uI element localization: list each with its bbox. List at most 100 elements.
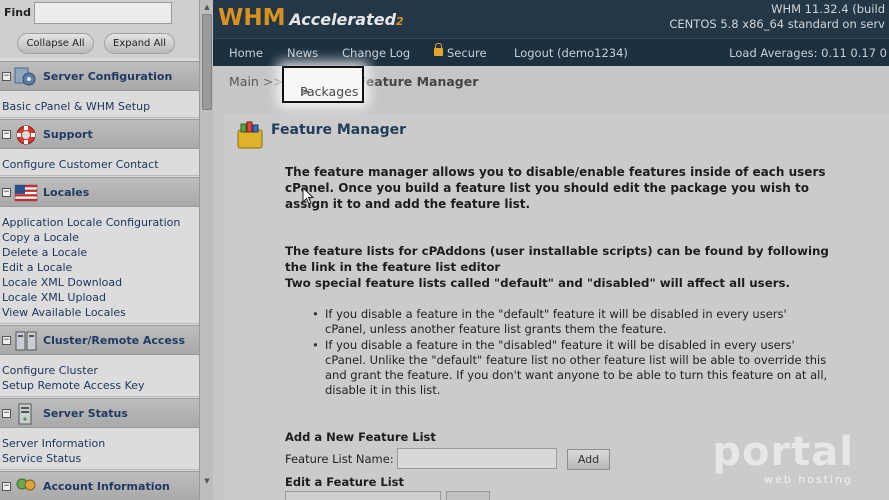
expand-collapse-row: Collapse All Expand All — [0, 30, 199, 58]
addons-line: Two special feature lists called "defaul… — [285, 276, 791, 290]
collapse-toggle-icon[interactable]: − — [2, 482, 11, 491]
logo-whm-text: WHM — [218, 5, 286, 31]
build-line-2: CENTOS 5.8 x86_64 standard on serv — [669, 17, 885, 31]
bullet-default-list: If you disable a feature in the "default… — [312, 307, 787, 337]
intro-paragraph: The feature manager allows you to disabl… — [285, 164, 826, 212]
find-row: Find — [0, 0, 199, 30]
nav-news[interactable]: News — [287, 46, 318, 60]
nav-secure[interactable]: Secure — [434, 43, 487, 60]
feature-list-name-input[interactable] — [397, 448, 557, 469]
link-service-status[interactable]: Service Status — [2, 452, 81, 465]
portal-watermark-subtitle: web hosting — [764, 473, 853, 486]
category-label: Cluster/Remote Access — [43, 334, 185, 347]
addons-line: the link in the feature list editor — [285, 260, 501, 274]
flag-icon — [14, 184, 38, 202]
portal-watermark: portal — [712, 429, 854, 475]
collapse-all-button[interactable]: Collapse All — [17, 33, 94, 54]
users-icon — [16, 478, 36, 491]
logo-accelerated-text: Accelerated — [289, 10, 397, 29]
addons-paragraph: The feature lists for cPAddons (user ins… — [285, 243, 829, 291]
servers-icon — [15, 331, 37, 351]
divider — [0, 396, 199, 397]
category-label: Support — [43, 128, 93, 141]
link-locale-xml-download[interactable]: Locale XML Download — [2, 276, 122, 289]
link-server-information[interactable]: Server Information — [2, 437, 105, 450]
add-feature-list-heading: Add a New Feature List — [285, 430, 436, 444]
divider — [0, 175, 199, 176]
nav-changelog[interactable]: Change Log — [342, 46, 410, 60]
expand-all-button[interactable]: Expand All — [104, 33, 175, 54]
divider — [0, 469, 199, 470]
link-application-locale-configuration[interactable]: Application Locale Configuration — [2, 216, 180, 229]
bullet-disabled-list: If you disable a feature in the "disable… — [312, 338, 828, 398]
collapse-toggle-icon[interactable]: − — [2, 130, 11, 139]
breadcrumb-current: Feature Manager — [357, 74, 479, 89]
feature-manager-icon — [237, 121, 263, 149]
intro-line: cPanel. Once you build a feature list yo… — [285, 181, 809, 195]
divider — [0, 117, 199, 118]
category-cluster-remote-access[interactable]: − Cluster/Remote Access — [0, 325, 199, 355]
intro-line: assign it to and add the feature list. — [285, 197, 531, 211]
category-server-status[interactable]: − Server Status — [0, 398, 199, 428]
collapse-toggle-icon[interactable]: − — [2, 72, 11, 81]
feature-list-select[interactable] — [285, 491, 441, 500]
breadcrumb-separator: >> — [262, 74, 284, 89]
bullet-line: If you disable a feature in the "disable… — [325, 338, 795, 352]
whm-logo[interactable]: WHM Accelerated2 — [218, 5, 404, 31]
link-edit-locale[interactable]: Edit a Locale — [2, 261, 72, 274]
category-account-information[interactable]: − Account Information — [0, 471, 199, 500]
top-nav: Home News Change Log Secure Logout (demo… — [213, 38, 889, 66]
breadcrumb-packages-highlight[interactable]: Packages > — [282, 66, 364, 103]
link-view-available-locales[interactable]: View Available Locales — [2, 306, 126, 319]
collapse-toggle-icon[interactable]: − — [2, 188, 11, 197]
intro-line: The feature manager allows you to disabl… — [285, 165, 826, 179]
edit-feature-list-heading: Edit a Feature List — [285, 475, 405, 489]
scroll-thumb[interactable] — [202, 14, 212, 110]
find-label: Find — [4, 6, 31, 19]
find-input[interactable] — [34, 2, 172, 24]
bullet-line: and grant the feature. If you don't want… — [325, 368, 828, 382]
build-line-1: WHM 11.32.4 (build — [771, 2, 885, 16]
link-locale-xml-upload[interactable]: Locale XML Upload — [2, 291, 106, 304]
category-label: Server Status — [43, 407, 128, 420]
link-delete-locale[interactable]: Delete a Locale — [2, 246, 87, 259]
mouse-cursor-icon — [302, 187, 314, 205]
server-icon — [18, 403, 32, 425]
logo-version-text: 2 — [396, 15, 404, 28]
feature-list-name-label: Feature List Name: — [285, 452, 394, 466]
collapse-toggle-icon[interactable]: − — [2, 409, 11, 418]
nav-home[interactable]: Home — [229, 46, 263, 60]
addons-line: The feature lists for cPAddons (user ins… — [285, 244, 829, 258]
lock-icon — [434, 43, 443, 56]
scroll-up-icon[interactable]: ▲ — [202, 2, 212, 12]
nav-secure-label: Secure — [447, 46, 487, 60]
divider — [0, 323, 199, 324]
nav-logout[interactable]: Logout (demo1234) — [514, 46, 628, 60]
link-copy-locale[interactable]: Copy a Locale — [2, 231, 79, 244]
collapse-toggle-icon[interactable]: − — [2, 336, 11, 345]
lifebuoy-icon — [16, 125, 36, 145]
category-support[interactable]: − Support — [0, 119, 199, 149]
sidebar-scrollbar[interactable]: ▲ ▼ — [199, 0, 213, 500]
link-setup-remote-access-key[interactable]: Setup Remote Access Key — [2, 379, 145, 392]
gear-icon — [14, 67, 36, 86]
scroll-down-icon[interactable]: ▼ — [202, 476, 212, 486]
bullet-line: disable it in this list. — [325, 383, 441, 397]
sidebar-panel: Find Collapse All Expand All − Server Co… — [0, 0, 199, 500]
breadcrumb-main[interactable]: Main — [229, 74, 259, 89]
edit-button[interactable] — [446, 491, 490, 500]
link-basic-cpanel-setup[interactable]: Basic cPanel & WHM Setup — [2, 100, 150, 113]
add-button[interactable]: Add — [567, 449, 610, 470]
header: WHM Accelerated2 WHM 11.32.4 (build CENT… — [213, 0, 889, 38]
category-locales[interactable]: − Locales — [0, 177, 199, 207]
bullet-line: cPanel. Unlike the "default" feature lis… — [325, 353, 827, 367]
build-info: WHM 11.32.4 (build CENTOS 5.8 x86_64 sta… — [669, 2, 885, 32]
load-averages: Load Averages: 0.11 0.17 0 — [729, 46, 887, 60]
link-configure-customer-contact[interactable]: Configure Customer Contact — [2, 158, 159, 171]
sidebar: Find Collapse All Expand All − Server Co… — [0, 0, 213, 500]
page-title: Feature Manager — [271, 122, 407, 138]
category-server-configuration[interactable]: − Server Configuration — [0, 61, 199, 91]
link-configure-cluster[interactable]: Configure Cluster — [2, 364, 98, 377]
category-label: Locales — [43, 186, 90, 199]
breadcrumb-separator: > — [300, 84, 311, 99]
